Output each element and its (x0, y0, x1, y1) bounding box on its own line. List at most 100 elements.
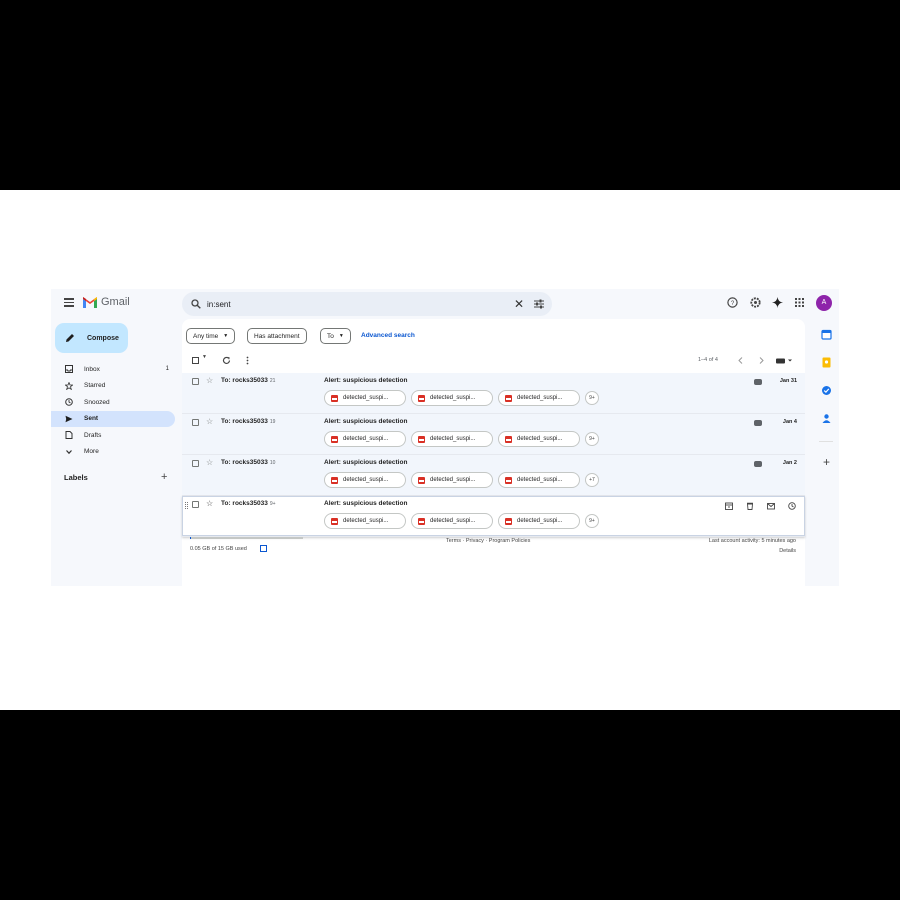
details-link[interactable]: Details (779, 548, 796, 554)
mark-unread-icon[interactable] (767, 502, 775, 510)
attachment-chip[interactable]: detected_suspi... (498, 390, 580, 406)
refresh-icon[interactable] (222, 356, 231, 365)
svg-text:?: ? (731, 301, 735, 307)
settings-gear-icon[interactable] (750, 297, 761, 308)
chevron-left-icon[interactable] (736, 356, 745, 365)
email-row[interactable]: ☆ To: rocks35033 10 Alert: suspicious det… (182, 455, 805, 496)
email-row[interactable]: ☆ To: rocks35033 19 Alert: suspicious det… (182, 414, 805, 455)
gemini-sparkle-icon[interactable] (772, 297, 783, 308)
add-label-button[interactable]: + (161, 471, 167, 483)
star-icon[interactable]: ☆ (206, 499, 213, 509)
open-in-new-icon[interactable] (260, 545, 267, 552)
sidebar-item-drafts[interactable]: Drafts (51, 427, 175, 444)
dropdown-arrow-icon: ▼ (338, 333, 344, 339)
select-all-checkbox[interactable] (192, 357, 199, 364)
star-icon[interactable]: ☆ (206, 376, 213, 386)
sidebar-item-inbox[interactable]: Inbox 1 (51, 361, 175, 378)
sidebar-item-starred[interactable]: Starred (51, 378, 175, 395)
filter-to[interactable]: To ▼ (320, 328, 351, 344)
search-options-icon[interactable] (534, 299, 544, 309)
row-date: Jan 4 (782, 419, 797, 425)
clock-icon (65, 398, 73, 406)
attachment-name: detected_suspi... (430, 395, 476, 401)
tasks-icon[interactable] (821, 385, 832, 396)
compose-button[interactable]: Compose (55, 323, 128, 353)
star-icon[interactable]: ☆ (206, 417, 213, 427)
more-attachments-chip[interactable]: 9+ (585, 432, 599, 446)
chevron-down-icon (66, 449, 72, 454)
thread-count: 19 (269, 419, 276, 425)
row-subject: Alert: suspicious detection (324, 377, 408, 384)
select-dropdown-icon[interactable]: ▼ (202, 354, 211, 363)
search-icon[interactable] (191, 299, 201, 309)
more-attachments-chip[interactable]: 9+ (585, 514, 599, 528)
filter-any-time[interactable]: Any time ▼ (186, 328, 236, 344)
row-subject: Alert: suspicious detection (324, 459, 408, 466)
sidebar-item-snoozed[interactable]: Snoozed (51, 394, 175, 411)
more-attachments-chip[interactable]: +7 (585, 473, 599, 487)
input-tools-keyboard-icon[interactable] (775, 356, 793, 365)
filter-has-attachment[interactable]: Has attachment (247, 328, 307, 344)
attachment-name: detected_suspi... (517, 477, 563, 483)
recipient-text: To: rocks35033 (221, 459, 268, 466)
recipient-text: To: rocks35033 (221, 418, 268, 425)
search-bar[interactable]: ✕ (182, 292, 552, 316)
sidebar-item-more[interactable]: More (51, 444, 175, 461)
row-checkbox[interactable] (192, 378, 199, 385)
email-row[interactable]: ☆ To: rocks35033 9+ Alert: suspicious det… (182, 496, 805, 537)
row-subject: Alert: suspicious detection (324, 500, 408, 507)
apps-grid-icon[interactable] (794, 297, 805, 308)
sidebar-item-sent[interactable]: Sent (51, 410, 175, 427)
clear-search-icon[interactable]: ✕ (514, 297, 524, 311)
delete-icon[interactable] (746, 502, 754, 510)
top-bar: Gmail ✕ ? A (51, 289, 839, 319)
more-vert-icon[interactable] (243, 356, 252, 365)
drag-handle-icon[interactable] (185, 502, 188, 509)
gmail-logo[interactable]: Gmail (83, 296, 130, 308)
attachment-chip[interactable]: detected_suspi... (411, 431, 493, 447)
attachment-chip[interactable]: detected_suspi... (498, 513, 580, 529)
row-checkbox[interactable] (192, 501, 199, 508)
attachment-chip[interactable]: detected_suspi... (498, 431, 580, 447)
footer-links[interactable]: Terms · Privacy · Program Policies (446, 538, 530, 544)
row-checkbox[interactable] (192, 460, 199, 467)
search-input[interactable] (207, 299, 487, 309)
get-addons-plus-icon[interactable]: + (821, 456, 832, 468)
account-avatar[interactable]: A (816, 295, 832, 311)
star-icon[interactable]: ☆ (206, 458, 213, 468)
attachment-name: detected_suspi... (430, 477, 476, 483)
calendar-icon[interactable] (821, 329, 832, 340)
row-date: Jan 2 (782, 460, 797, 466)
label-icon (754, 379, 762, 385)
inbox-icon (65, 365, 73, 373)
attachment-chip[interactable]: detected_suspi... (324, 513, 406, 529)
image-file-icon (418, 517, 425, 525)
attachment-chip[interactable]: detected_suspi... (324, 390, 406, 406)
contacts-icon[interactable] (821, 413, 832, 424)
attachment-chip[interactable]: detected_suspi... (324, 431, 406, 447)
row-recipient: To: rocks35033 9+ (221, 500, 276, 507)
chevron-right-icon[interactable] (757, 356, 766, 365)
archive-icon[interactable] (725, 502, 733, 510)
more-attachments-chip[interactable]: 9+ (585, 391, 599, 405)
row-recipient: To: rocks35033 21 (221, 377, 275, 384)
storage-usage-fill (190, 537, 192, 539)
image-file-icon (331, 476, 338, 484)
help-icon[interactable]: ? (727, 297, 738, 308)
attachment-chip[interactable]: detected_suspi... (411, 513, 493, 529)
attachment-chip[interactable]: detected_suspi... (411, 472, 493, 488)
keep-icon[interactable] (821, 357, 832, 368)
row-checkbox[interactable] (192, 419, 199, 426)
attachment-chip[interactable]: detected_suspi... (498, 472, 580, 488)
top-black-band (0, 0, 900, 190)
thread-count: 21 (269, 378, 276, 384)
email-row[interactable]: ☆ To: rocks35033 21 Alert: suspicious det… (182, 373, 805, 414)
attachment-chip[interactable]: detected_suspi... (411, 390, 493, 406)
attachment-name: detected_suspi... (517, 518, 563, 524)
attachment-chip[interactable]: detected_suspi... (324, 472, 406, 488)
sidebar-item-label: Drafts (84, 431, 102, 439)
main-menu-icon[interactable] (64, 298, 74, 308)
snooze-clock-icon[interactable] (788, 502, 796, 510)
advanced-search-link[interactable]: Advanced search (361, 332, 415, 339)
bottom-black-band (0, 710, 900, 900)
